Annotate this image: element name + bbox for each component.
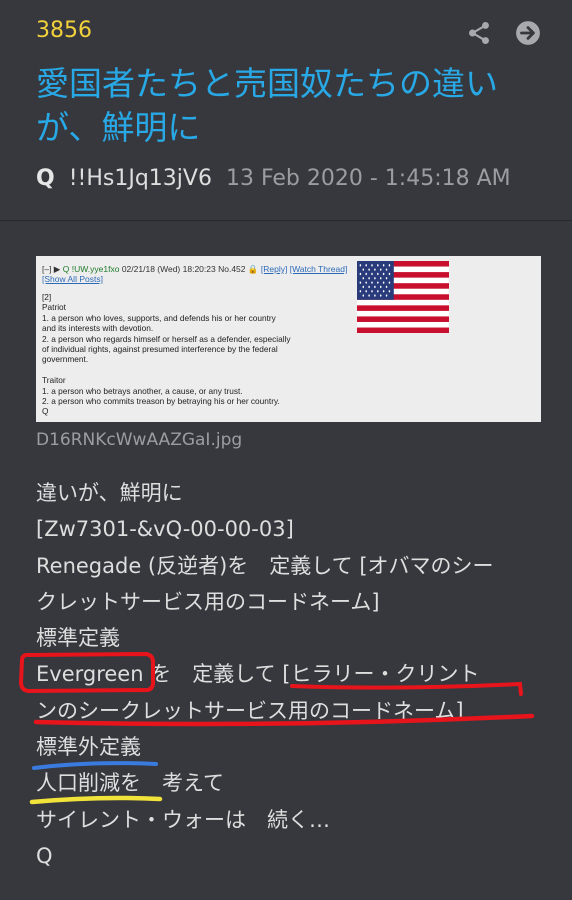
attachment-line: Patriot <box>42 302 66 313</box>
share-icon[interactable] <box>466 20 492 46</box>
body-line: Evergreen を 定義して [ヒラリー・クリント <box>36 662 480 687</box>
attachment-author: Q <box>62 264 70 274</box>
attachment-image[interactable]: [–] ▶ Q !UW.yye1fxo 02/21/18 (Wed) 18:20… <box>36 256 541 422</box>
attachment-line: 1. a person who loves, supports, and def… <box>42 312 276 323</box>
attachment-line <box>42 365 362 375</box>
reply-link: [Reply] <box>260 264 288 274</box>
body-line: 違いが、鮮明に <box>36 481 183 505</box>
post-body: 違いが、鮮明に [Zw7301-&vQ-00-00-03] Renegade (… <box>36 475 556 874</box>
attachment-line: Q <box>42 406 49 417</box>
post-number[interactable]: 3856 <box>36 18 92 43</box>
header-divider <box>0 220 572 221</box>
lock-icon: 🔒 <box>247 264 259 274</box>
attachment-filename[interactable]: D16RNKcWwAAZGaI.jpg <box>36 430 242 450</box>
post-date: 13 Feb 2020 - 1:45:18 AM <box>225 166 511 191</box>
attachment-line: 2. a person who regards himself or herse… <box>42 333 291 344</box>
show-all-posts-link: [Show All Posts] <box>42 274 103 284</box>
body-line: サイレント・ウォーは 続く… <box>36 807 330 832</box>
tripcode: !!Hs1Jq13jV6 <box>68 166 212 191</box>
attachment-header: [–] ▶ Q !UW.yye1fxo 02/21/18 (Wed) 18:20… <box>42 264 372 284</box>
attachment-line: 1. a person who betrays another, a cause… <box>42 385 243 396</box>
body-line: 人口削減を 考えて <box>36 771 224 796</box>
arrow-right-circle-icon[interactable] <box>515 20 541 46</box>
body-line: クレットサービス用のコードネーム] <box>36 589 380 614</box>
attachment-line: [2] <box>42 292 52 302</box>
attachment-datetime: 02/21/18 (Wed) 18:20:23 <box>121 264 216 274</box>
body-line: [Zw7301-&vQ-00-00-03] <box>36 517 294 542</box>
attachment-trip: !UW.yye1fxo <box>71 264 120 274</box>
post-title: 愛国者たちと売国奴たちの違いが、鮮明に <box>36 64 498 147</box>
attachment-line: government. <box>42 354 89 365</box>
attachment-line: and its interests with devotion. <box>42 323 154 334</box>
body-line: ンのシークレットサービス用のコードネーム] <box>36 698 464 723</box>
us-flag-image <box>357 261 449 333</box>
attachment-line: of individual rights, against presumed i… <box>42 344 278 355</box>
attachment-line: 2. a person who commits treason by betra… <box>42 396 280 407</box>
body-line: Q <box>36 843 53 868</box>
body-line: 標準外定義 <box>36 735 141 760</box>
body-line: Renegade (反逆者)を 定義して [オバマのシー <box>36 553 494 578</box>
collapse-icon: [–] ▶ <box>42 264 61 274</box>
author-name: Q <box>36 166 55 191</box>
body-line: 標準定義 <box>36 626 120 651</box>
post-meta: Q !!Hs1Jq13jV6 13 Feb 2020 - 1:45:18 AM <box>36 166 511 191</box>
attachment-line: Traitor <box>42 375 66 386</box>
attachment-post-no: No.452 <box>218 264 246 274</box>
watch-thread-link: [Watch Thread] <box>289 264 348 274</box>
attachment-text: [2] Patriot 1. a person who loves, suppo… <box>42 292 362 417</box>
